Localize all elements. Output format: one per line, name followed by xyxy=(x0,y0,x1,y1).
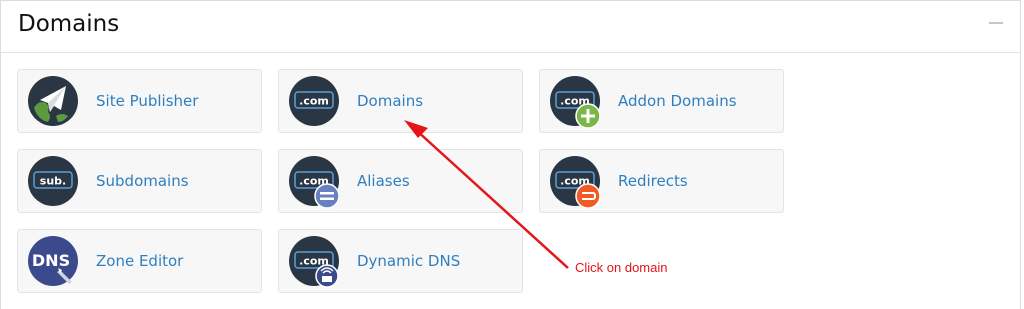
tile-domains[interactable]: .com Domains xyxy=(278,69,523,133)
domains-icon: .com xyxy=(289,76,339,126)
tile-label[interactable]: Redirects xyxy=(618,172,688,190)
tile-label[interactable]: Site Publisher xyxy=(96,92,198,110)
badge-text: DNS xyxy=(32,251,70,270)
tile-redirects[interactable]: .com Redirects xyxy=(539,149,784,213)
dynamic-dns-icon: .com xyxy=(289,236,339,288)
tile-label[interactable]: Subdomains xyxy=(96,172,189,190)
tile-dynamic-dns[interactable]: .com Dynamic DNS xyxy=(278,229,523,293)
tile-label[interactable]: Zone Editor xyxy=(96,252,183,270)
tile-label[interactable]: Dynamic DNS xyxy=(357,252,460,270)
tile-label[interactable]: Aliases xyxy=(357,172,410,190)
redirects-icon: .com xyxy=(550,156,600,209)
collapse-panel-button[interactable] xyxy=(989,22,1003,24)
tile-addon-domains[interactable]: .com Addon Domains xyxy=(539,69,784,133)
badge-text: .com xyxy=(299,95,329,108)
aliases-icon: .com xyxy=(289,156,339,209)
tile-site-publisher[interactable]: Site Publisher xyxy=(17,69,262,133)
addon-domains-icon: .com xyxy=(550,76,600,129)
zone-editor-icon: DNS xyxy=(28,236,78,286)
badge-text: sub. xyxy=(40,175,66,188)
tile-label[interactable]: Addon Domains xyxy=(618,92,737,110)
tile-subdomains[interactable]: sub. Subdomains xyxy=(17,149,262,213)
annotation-label: Click on domain xyxy=(575,260,668,275)
site-publisher-icon xyxy=(28,76,78,126)
panel-header: Domains xyxy=(1,1,1020,53)
panel-title: Domains xyxy=(18,11,120,37)
subdomains-icon: sub. xyxy=(28,156,78,206)
tile-label[interactable]: Domains xyxy=(357,92,423,110)
tile-zone-editor[interactable]: DNS Zone Editor xyxy=(17,229,262,293)
tile-aliases[interactable]: .com Aliases xyxy=(278,149,523,213)
